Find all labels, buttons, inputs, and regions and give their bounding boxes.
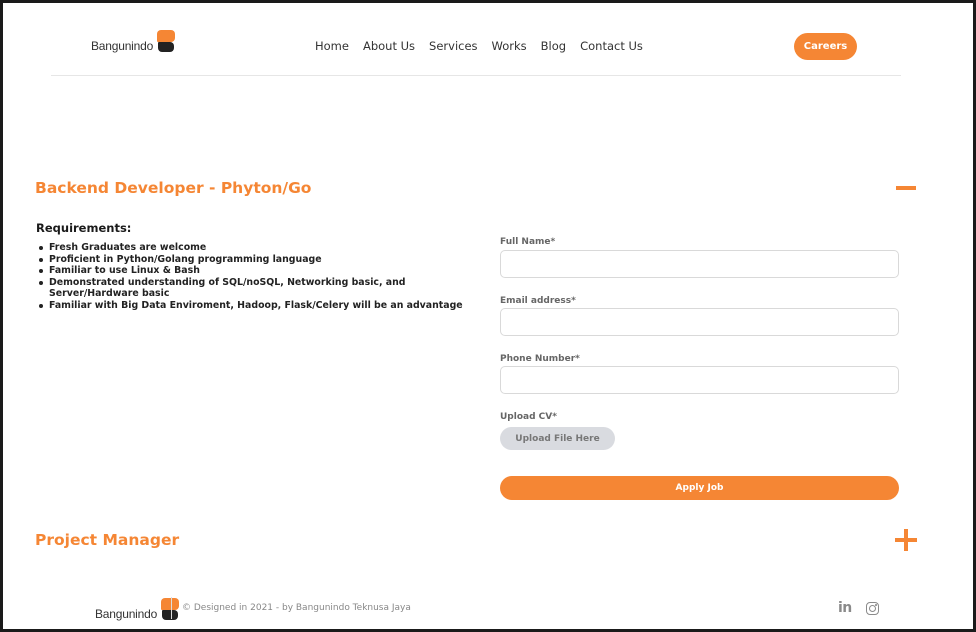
upload-cv-button[interactable]: Upload File Here: [500, 427, 615, 450]
header-divider: [51, 75, 901, 76]
cv-label: Upload CV*: [500, 412, 557, 422]
requirements-heading: Requirements:: [36, 221, 132, 235]
footer-brand-name: Bangunindo: [95, 607, 158, 621]
footer-divider: [171, 597, 172, 619]
collapse-minus-icon[interactable]: [896, 186, 916, 190]
requirement-item: Demonstrated understanding of SQL/noSQL,…: [38, 277, 468, 300]
requirement-item: Proficient in Python/Golang programming …: [38, 254, 468, 266]
nav-home[interactable]: Home: [315, 39, 349, 53]
expand-plus-icon[interactable]: [895, 529, 917, 551]
email-label: Email address*: [500, 296, 576, 306]
phone-field[interactable]: [500, 366, 899, 394]
brand-logo[interactable]: Bangunindo: [91, 30, 176, 52]
nav-services[interactable]: Services: [429, 39, 478, 53]
apply-job-button[interactable]: Apply Job: [500, 476, 899, 500]
full-name-field[interactable]: [500, 250, 899, 278]
requirement-item: Familiar with Big Data Enviroment, Hadoo…: [38, 300, 468, 312]
footer-logo[interactable]: Bangunindo: [95, 598, 180, 620]
full-name-label: Full Name*: [500, 237, 556, 247]
nav-about-us[interactable]: About Us: [363, 39, 415, 53]
email-field[interactable]: [500, 308, 899, 336]
logo-mark-icon: [156, 30, 176, 52]
requirement-item: Fresh Graduates are welcome: [38, 242, 468, 254]
page-frame: Bangunindo Home About Us Services Works …: [0, 0, 976, 632]
instagram-icon[interactable]: [866, 602, 879, 615]
job-title-backend-developer[interactable]: Backend Developer - Phyton/Go: [35, 179, 311, 197]
nav-works[interactable]: Works: [492, 39, 527, 53]
careers-button[interactable]: Careers: [794, 33, 857, 60]
nav-blog[interactable]: Blog: [541, 39, 566, 53]
requirement-item: Familiar to use Linux & Bash: [38, 265, 468, 277]
brand-name: Bangunindo: [91, 39, 154, 53]
site-header: Bangunindo Home About Us Services Works …: [3, 3, 973, 78]
phone-label: Phone Number*: [500, 354, 580, 364]
linkedin-icon[interactable]: in: [838, 600, 852, 616]
nav-contact-us[interactable]: Contact Us: [580, 39, 643, 53]
main-nav: Home About Us Services Works Blog Contac…: [315, 39, 643, 53]
job-title-project-manager[interactable]: Project Manager: [35, 531, 179, 549]
footer-copyright: © Designed in 2021 - by Bangunindo Teknu…: [182, 603, 411, 613]
requirements-list: Fresh Graduates are welcome Proficient i…: [38, 242, 468, 311]
